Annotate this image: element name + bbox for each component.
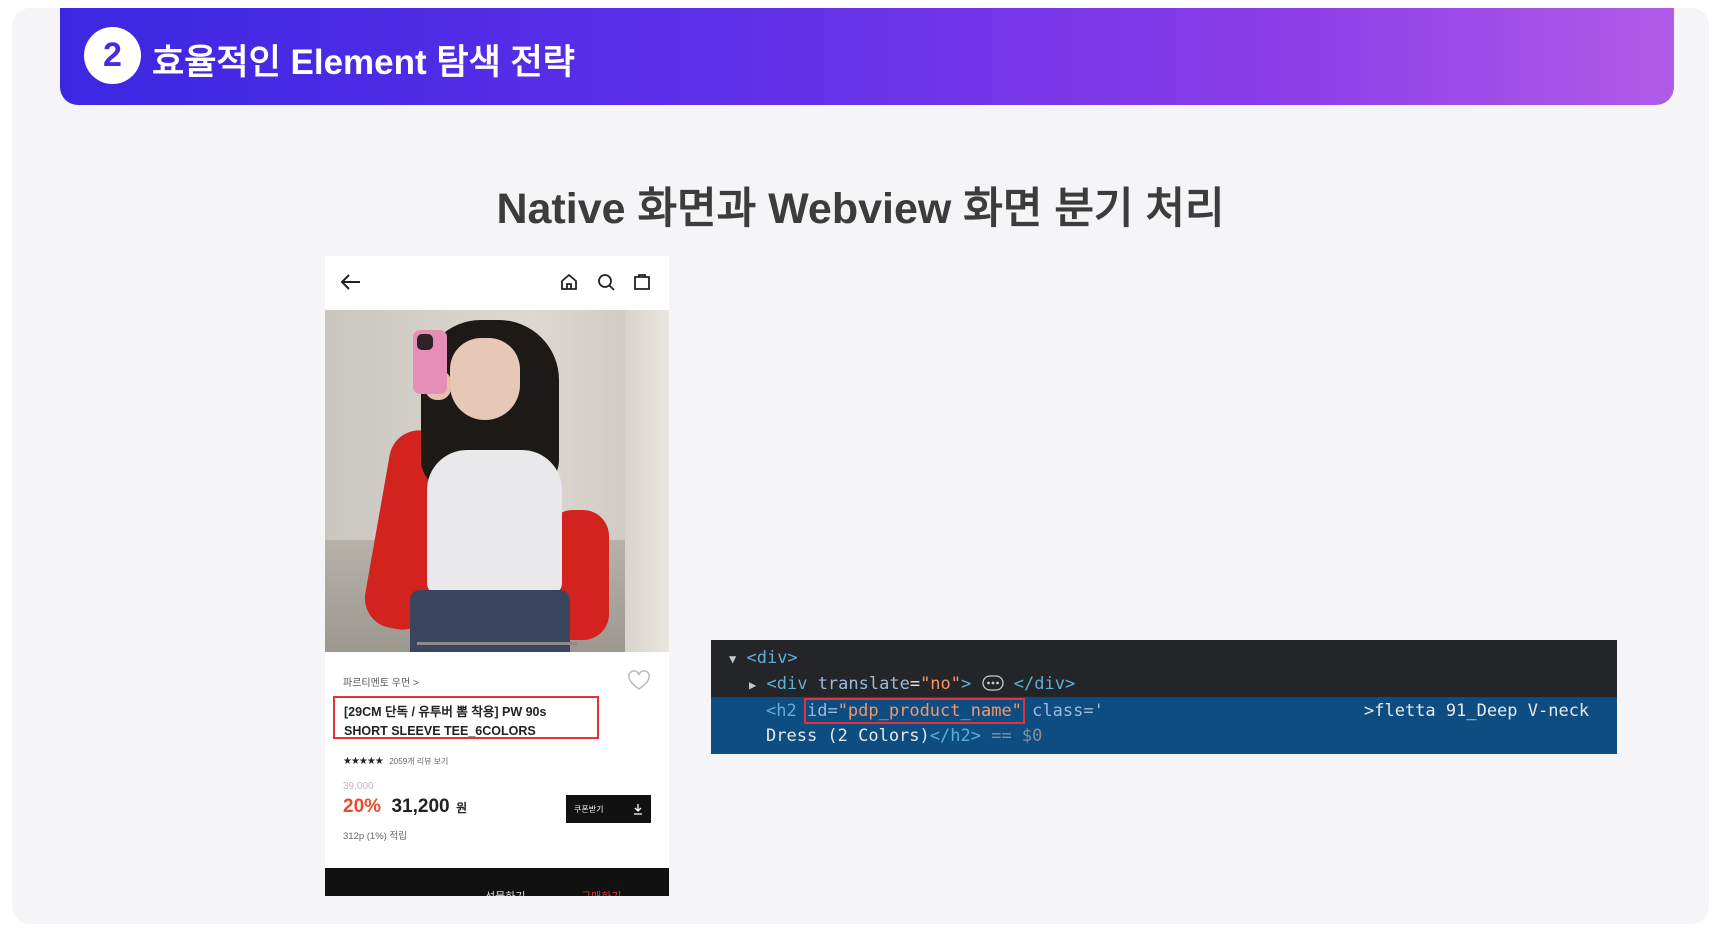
bottom-action-bar: 선물하기 구매하기 [325, 868, 669, 896]
translate-value: "no" [920, 674, 962, 694]
gift-button[interactable]: 선물하기 [485, 888, 525, 896]
id-attribute: id= [806, 701, 838, 721]
home-icon[interactable] [559, 272, 579, 292]
header-title: 효율적인 Element 탐색 전략 [152, 43, 575, 82]
devtools-line-div[interactable]: ▼ <div> [729, 648, 798, 668]
product-photo[interactable] [325, 310, 669, 652]
product-title-highlight-box: [29CM 단독 / 유투버 뽐 착용] PW 90s SHORT SLEEVE… [333, 696, 599, 739]
product-title-line1: [29CM 단독 / 유투버 뽐 착용] PW 90s [344, 705, 547, 719]
devtools-line-h2-text: >fletta 91_Deep V-neck [1364, 701, 1589, 721]
devtools-line-translate-div[interactable]: ▶ <div translate="no"> </div> [749, 674, 1075, 694]
step-badge: 2 [84, 27, 141, 84]
devtools-elements-panel: ▼ <div> ▶ <div translate="no"> </div> <h… [711, 640, 1617, 754]
points-info: 312p (1%) 적립 [343, 831, 407, 842]
star-rating: ★★★★★ [343, 756, 384, 767]
photo-face [450, 338, 520, 420]
slide-subtitle: Native 화면과 Webview 화면 분기 처리 [496, 185, 1225, 233]
original-price: 39,000 [343, 781, 374, 792]
slide-background [12, 8, 1709, 924]
class-attribute: class=' [1032, 701, 1104, 721]
download-icon [634, 804, 642, 815]
photo-phone-camera [417, 334, 433, 350]
h2-text-part2: Dress (2 Colors) [766, 726, 930, 746]
id-value: "pdp_product_name" [837, 701, 1022, 721]
div-close-tag: </div> [1013, 674, 1076, 694]
search-icon[interactable] [596, 272, 616, 292]
h2-text-part1: >fletta 91_Deep V-neck [1364, 701, 1590, 721]
discount-rate: 20% [343, 796, 382, 817]
heart-icon[interactable] [627, 670, 651, 692]
rating-row[interactable]: ★★★★★ 2059개 리뷰 보기 [343, 756, 448, 767]
shopping-bag-icon[interactable] [632, 271, 652, 291]
photo-white-tee [427, 450, 562, 595]
expand-triangle-icon[interactable]: ▼ [729, 652, 736, 666]
h2-close-tag: </h2> [929, 726, 981, 746]
price-row: 20% 31,200 원 [343, 796, 467, 818]
buy-button[interactable]: 구매하기 [581, 888, 621, 896]
div-open-tag: <div [766, 674, 808, 694]
back-arrow-icon[interactable] [339, 272, 363, 292]
collapse-triangle-icon[interactable]: ▶ [749, 678, 756, 692]
translate-attribute: translate [817, 674, 910, 694]
phone-screenshot: 파르티멘토 우먼 > [29CM 단독 / 유투버 뽐 착용] PW 90s S… [325, 256, 669, 896]
product-title-line2: SHORT SLEEVE TEE_6COLORS [344, 724, 536, 738]
console-ref: == $0 [991, 726, 1043, 746]
id-highlight-box: id="pdp_product_name" [803, 698, 1025, 724]
review-count-link[interactable]: 2059개 리뷰 보기 [389, 757, 448, 766]
coupon-button[interactable]: 쿠폰받기 [566, 795, 651, 823]
devtools-line-h2-cont[interactable]: Dress (2 Colors)</h2> == $0 [766, 726, 1042, 746]
brand-link[interactable]: 파르티멘토 우먼 > [343, 674, 419, 689]
ellipsis-icon[interactable] [981, 675, 1004, 691]
sale-price: 31,200 [391, 796, 450, 817]
devtools-line-h2[interactable]: <h2 id="pdp_product_name" class=' [766, 698, 1104, 724]
currency-unit: 원 [456, 801, 468, 815]
photo-pagination-indicator [417, 642, 577, 645]
div-tag: <div> [746, 648, 798, 668]
photo-pillar [625, 310, 669, 652]
h2-open-tag: <h2 [766, 701, 797, 721]
coupon-button-label: 쿠폰받기 [574, 804, 604, 814]
